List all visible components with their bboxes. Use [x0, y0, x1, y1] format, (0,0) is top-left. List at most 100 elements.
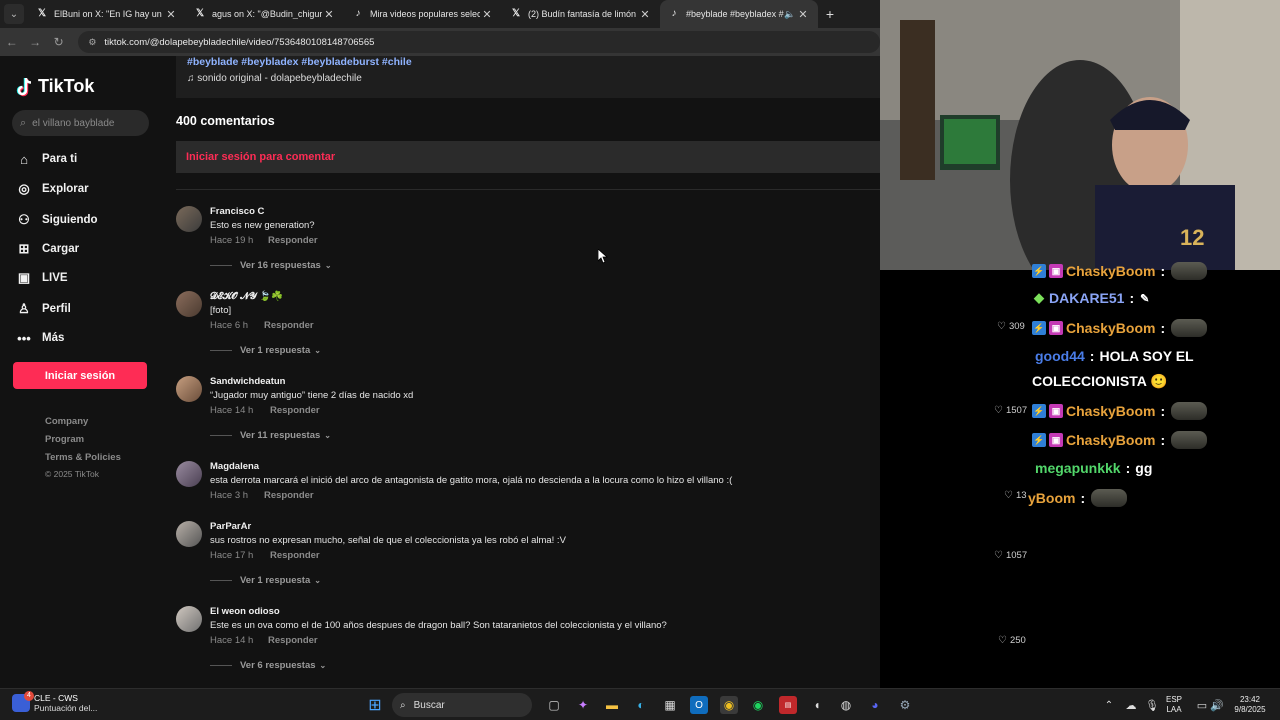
- footer-company-link[interactable]: Company: [45, 416, 88, 427]
- search-input[interactable]: [32, 117, 143, 129]
- avatar[interactable]: [176, 461, 202, 487]
- close-icon[interactable]: ✕: [638, 8, 652, 21]
- close-icon[interactable]: ✕: [480, 8, 494, 21]
- site-info-icon[interactable]: ⚙: [88, 37, 98, 48]
- speaker-icon[interactable]: 🔈: [784, 9, 796, 20]
- store-icon[interactable]: ▦: [661, 696, 679, 714]
- like-count[interactable]: ♡ 13: [1004, 490, 1027, 501]
- chat-message-continuation: COLECCIONISTA 🙂: [1032, 373, 1168, 390]
- emote-icon: [1171, 402, 1208, 420]
- browser-tab[interactable]: 𝕏 agus on X: "@Budin_chigurh ht ✕: [186, 0, 344, 28]
- chat-message: ⚡ ▣ ChaskyBoom :: [1032, 319, 1208, 337]
- like-count[interactable]: ♡ 309: [997, 321, 1025, 332]
- chat-message: ⚡ ▣ ChaskyBoom :: [1032, 262, 1208, 280]
- footer-terms-link[interactable]: Terms & Policies: [45, 452, 121, 463]
- edge-icon[interactable]: ◐: [632, 696, 650, 714]
- windows-start-icon[interactable]: ⊞: [366, 696, 384, 714]
- close-icon[interactable]: ✕: [796, 8, 810, 21]
- browser-tab[interactable]: ♪ Mira videos populares seleccion ✕: [344, 0, 502, 28]
- back-arrow-icon[interactable]: ←: [0, 35, 23, 49]
- login-button[interactable]: Iniciar sesión: [13, 362, 147, 389]
- nav-following[interactable]: ⚇ Siguiendo: [16, 212, 97, 228]
- like-count[interactable]: ♡ 250: [998, 635, 1026, 646]
- input-language[interactable]: ESP LAA: [1166, 695, 1182, 715]
- copilot-icon[interactable]: ✦: [574, 696, 592, 714]
- svg-text:12: 12: [1180, 225, 1204, 250]
- clock[interactable]: 23:42 9/8/2025: [1228, 695, 1272, 715]
- video-hashtags[interactable]: #beyblade #beybladex #beybladeburst #chi…: [187, 56, 412, 68]
- comment-author[interactable]: Francisco C: [210, 206, 264, 217]
- browser-tab-active[interactable]: ♪ #beyblade #beybladex #be 🔈 ✕: [660, 0, 818, 28]
- view-replies-label: Ver 6 respuestas: [240, 660, 316, 671]
- reply-button[interactable]: Responder: [264, 320, 314, 331]
- avatar[interactable]: [176, 376, 202, 402]
- forward-arrow-icon[interactable]: →: [23, 35, 46, 49]
- comment-author[interactable]: Sandwichdeatun: [210, 376, 285, 387]
- avatar[interactable]: [176, 521, 202, 547]
- nav-explore[interactable]: ◎ Explorar: [16, 181, 88, 197]
- gift-badge-icon: ▣: [1049, 321, 1063, 335]
- browser-tab[interactable]: 𝕏 (2) Budín fantasía de limón on X ✕: [502, 0, 660, 28]
- search-box[interactable]: ⌕: [12, 110, 149, 136]
- comment-author[interactable]: ParParAr: [210, 521, 251, 532]
- nav-upload[interactable]: ⊞ Cargar: [16, 241, 80, 257]
- footer-program-link[interactable]: Program: [45, 434, 84, 445]
- address-bar[interactable]: ⚙ tiktok.com/@dolapebeybladechile/video/…: [78, 31, 880, 53]
- tiktok-logo[interactable]: TikTok: [16, 76, 94, 97]
- file-explorer-icon[interactable]: ▬: [603, 696, 621, 714]
- taskbar-search[interactable]: ⌕ Buscar: [392, 693, 532, 717]
- view-replies-label: Ver 16 respuestas: [240, 260, 321, 271]
- heart-icon: ♡: [998, 635, 1007, 646]
- view-replies-button[interactable]: Ver 1 respuesta ⌄: [210, 575, 321, 586]
- like-count[interactable]: ♡ 1057: [994, 550, 1027, 561]
- browser-tab[interactable]: 𝕏 ElBuni on X: "En IG hay un subn ✕: [28, 0, 186, 28]
- obs-icon[interactable]: ◍: [837, 696, 855, 714]
- view-replies-button[interactable]: Ver 6 respuestas ⌄: [210, 660, 326, 671]
- comment-author[interactable]: 𝓓𝓔𝓚𝓞 𝓝𝓨 🍃☘️: [210, 291, 283, 302]
- reply-button[interactable]: Responder: [270, 405, 320, 416]
- comment-item: Francisco C Esto es new generation? Hace…: [176, 206, 880, 286]
- task-view-icon[interactable]: ▢: [545, 696, 563, 714]
- nav-more[interactable]: ••• Más: [16, 330, 64, 346]
- outlook-icon[interactable]: O: [690, 696, 708, 714]
- app-icon[interactable]: ◖: [808, 696, 826, 714]
- divider: [210, 265, 232, 266]
- comment-author[interactable]: Magdalena: [210, 461, 259, 472]
- discord-icon[interactable]: ◕: [866, 696, 884, 714]
- reply-button[interactable]: Responder: [270, 550, 320, 561]
- chrome-icon[interactable]: ◉: [720, 696, 738, 714]
- close-icon[interactable]: ✕: [322, 8, 336, 21]
- reload-icon[interactable]: ↻: [47, 35, 70, 49]
- sound-link[interactable]: ♫ sonido original - dolapebeybladechile: [187, 73, 362, 84]
- view-replies-button[interactable]: Ver 11 respuestas ⌄: [210, 430, 331, 441]
- avatar[interactable]: [176, 206, 202, 232]
- search-icon[interactable]: ⌕: [20, 117, 26, 130]
- tab-search-button[interactable]: ⌄: [4, 4, 24, 24]
- search-icon: ⌕: [400, 699, 406, 711]
- chevron-up-icon[interactable]: ⌃: [1100, 696, 1118, 714]
- close-icon[interactable]: ✕: [164, 8, 178, 21]
- reply-button[interactable]: Responder: [264, 490, 314, 501]
- avatar[interactable]: [176, 606, 202, 632]
- nav-for-you[interactable]: ⌂ Para ti: [16, 151, 77, 167]
- microphone-icon[interactable]: 🎙: [1143, 696, 1161, 714]
- verified-badge-icon: ⚡: [1032, 264, 1046, 278]
- reply-button[interactable]: Responder: [268, 235, 318, 246]
- widgets-button[interactable]: 4 CLE - CWS Puntuación del...: [12, 691, 97, 713]
- voicemeeter-icon[interactable]: ▤: [779, 696, 797, 714]
- view-replies-button[interactable]: Ver 16 respuestas ⌄: [210, 260, 332, 271]
- view-replies-button[interactable]: Ver 1 respuesta ⌄: [210, 345, 321, 356]
- like-count[interactable]: ♡ 1507: [994, 405, 1027, 416]
- volume-icon[interactable]: 🔊: [1208, 696, 1226, 714]
- settings-gear-icon[interactable]: ⚙: [896, 696, 914, 714]
- like-count-value: 250: [1009, 635, 1026, 646]
- nav-profile[interactable]: ♙ Perfil: [16, 301, 71, 317]
- onedrive-icon[interactable]: ☁: [1122, 696, 1140, 714]
- spotify-icon[interactable]: ◉: [749, 696, 767, 714]
- new-tab-button[interactable]: +: [818, 6, 842, 22]
- login-to-comment-bar[interactable]: Iniciar sesión para comentar: [176, 141, 880, 173]
- reply-button[interactable]: Responder: [268, 635, 318, 646]
- comment-author[interactable]: El weon odioso: [210, 606, 280, 617]
- nav-live[interactable]: ▣ LIVE: [16, 270, 68, 286]
- avatar[interactable]: [176, 291, 202, 317]
